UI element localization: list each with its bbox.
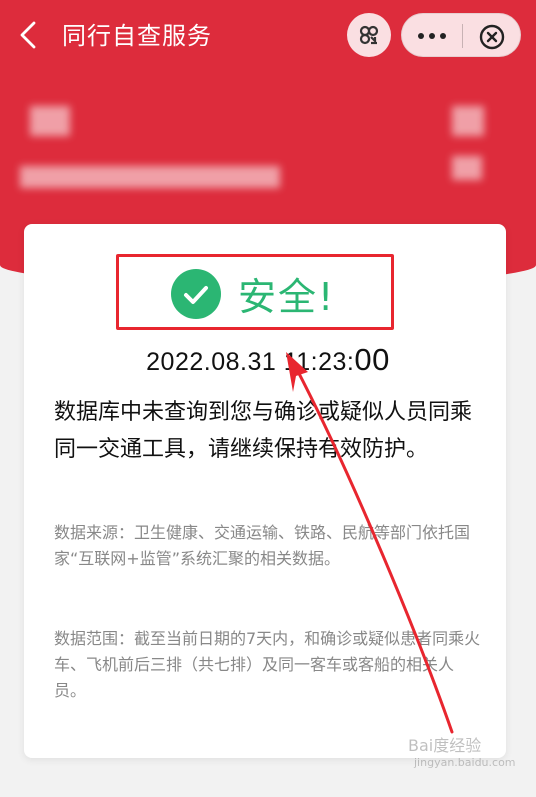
back-chevron-icon[interactable] xyxy=(14,18,44,52)
status-text: 安全! xyxy=(238,275,336,319)
data-source-note: 数据来源：卫生健康、交通运输、铁路、民航等部门依托国家“互联网+监管”系统汇聚的… xyxy=(54,523,471,568)
watermark-logo: Bai度经验 xyxy=(408,736,482,755)
watermark-url: jingyan.baidu.com xyxy=(414,756,516,769)
scan-button[interactable] xyxy=(347,13,391,57)
blurred-extra-right xyxy=(452,156,482,180)
blurred-name xyxy=(30,106,70,136)
timestamp-main: 2022.08.31 11:23: xyxy=(146,348,355,376)
check-circle-icon xyxy=(171,269,221,319)
result-message: 数据库中未查询到您与确诊或疑似人员同乘同一交通工具，请继续保持有效防护。 xyxy=(54,400,473,462)
query-timestamp: 2022.08.31 11:23:00 xyxy=(0,342,536,378)
top-bar: 同行自查服务 xyxy=(0,0,536,70)
blurred-id-right xyxy=(452,106,484,136)
scan-icon xyxy=(359,25,379,45)
page-title: 同行自查服务 xyxy=(62,22,212,50)
mini-program-capsule xyxy=(401,13,521,57)
capsule-divider xyxy=(462,24,463,48)
close-circle-icon[interactable] xyxy=(478,23,506,51)
more-dots-icon[interactable] xyxy=(414,27,450,45)
timestamp-seconds: 00 xyxy=(354,342,390,377)
data-scope-note: 数据范围：截至当前日期的7天内，和确诊或疑似患者同乘火车、飞机前后三排（共七排）… xyxy=(54,629,481,700)
blurred-phone xyxy=(20,166,280,188)
